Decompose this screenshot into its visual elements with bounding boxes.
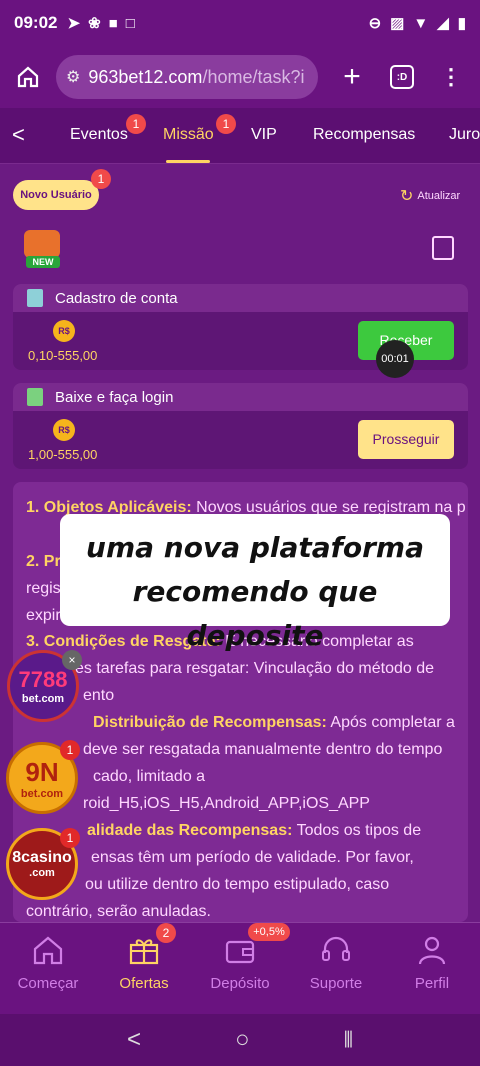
tab-juro[interactable]: Juro (449, 126, 480, 144)
rule-5-line: contrário, serão anuladas. (26, 903, 211, 920)
atualizar-label: Atualizar (417, 190, 461, 202)
video-camera-icon: ■ (108, 14, 118, 32)
novo-usuario-badge: 1 (91, 169, 111, 189)
task-card: Baixe e faça login R$ 1,00-555,00 Prosse… (13, 383, 468, 469)
task-title: Cadastro de conta (55, 289, 178, 307)
home-icon (0, 933, 96, 967)
new-gift-icon: NEW (18, 226, 66, 270)
more-menu-icon[interactable]: ⋮ (440, 64, 462, 90)
rule-5-line: ensas têm um período de validade. Por fa… (91, 849, 414, 866)
atualizar-button[interactable]: ↻ Atualizar (400, 186, 460, 206)
system-back-icon[interactable]: < (127, 1026, 141, 1054)
wifi-icon: ▼ (413, 14, 429, 32)
new-tab-icon[interactable]: + (336, 60, 368, 94)
active-tab-indicator (166, 160, 210, 163)
caption-line-2: recomendo que deposite (132, 575, 378, 652)
nav-label: Depósito (210, 975, 270, 992)
rule-4-line: roid_H5,iOS_H5,Android_APP,iOS_APP (83, 795, 370, 812)
figma-icon: ❀ (88, 15, 101, 32)
rule-5-line: ou utilize dentro do tempo estipulado, c… (85, 876, 390, 893)
status-bar: 09:02 ➤ ❀ ■ □ ⊖ ▨ ▼ ◢ ▮ (0, 0, 480, 46)
record-icon[interactable] (432, 236, 454, 260)
telegram-icon: ➤ (67, 15, 81, 32)
nav-ofertas[interactable]: Ofertas (96, 933, 192, 992)
nav-label: Ofertas (119, 975, 169, 992)
download-icon (27, 388, 43, 406)
caption-line-1: uma nova plataforma (86, 531, 424, 564)
url-field[interactable]: ⚙ 963bet12.com/home/task?i (56, 55, 318, 99)
nav-label: Começar (17, 975, 79, 992)
cast-icon: ▨ (390, 15, 405, 32)
rule-4-line: cado, limitado a (93, 768, 206, 785)
site-settings-icon[interactable]: ⚙ (66, 67, 80, 87)
category-tabs: < Eventos 1 Missão 1 VIP Recompensas Jur… (0, 108, 480, 164)
status-time: 09:02 (14, 13, 58, 32)
task-reward-range: 1,00-555,00 (28, 447, 98, 462)
rule-3-line: es tarefas para resgatar: Vinculação do … (75, 660, 435, 677)
url-path: /home/task?i (202, 66, 305, 87)
user-icon (384, 933, 480, 967)
nav-suporte[interactable]: Suporte (288, 933, 384, 992)
nav-label: Perfil (414, 975, 450, 992)
tab-vip[interactable]: VIP (251, 126, 277, 144)
battery-icon: ▮ (457, 15, 466, 32)
clipboard-icon (27, 289, 43, 307)
nav-comecar[interactable]: Começar (0, 933, 96, 992)
tab-eventos-badge: 1 (126, 114, 146, 134)
coin-icon: R$ (53, 320, 75, 342)
ofertas-badge: 2 (156, 923, 176, 943)
headset-icon (288, 933, 384, 967)
system-home-icon[interactable]: ○ (235, 1026, 250, 1054)
tab-eventos[interactable]: Eventos (70, 126, 128, 144)
signal-icon: ◢ (437, 15, 449, 32)
floating-ad-badge: 1 (60, 828, 80, 848)
floating-ad-badge: 1 (60, 740, 80, 760)
nav-perfil[interactable]: Perfil (384, 933, 480, 992)
rule-4-line: deve ser resgatada manualmente dentro do… (83, 741, 443, 758)
tab-recompensas[interactable]: Recompensas (313, 126, 415, 144)
novo-usuario-pill[interactable]: Novo Usuário (13, 180, 99, 210)
tab-missao[interactable]: Missão (163, 126, 214, 144)
back-chevron-icon[interactable]: < (12, 122, 25, 148)
square-icon: □ (125, 14, 135, 32)
rule-3-line: ento (83, 687, 115, 704)
tab-missao-badge: 1 (216, 114, 236, 134)
system-recents-icon[interactable]: ⫴ (344, 1027, 353, 1053)
deposito-badge: +0,5% (248, 923, 290, 941)
close-icon[interactable]: × (62, 650, 82, 670)
url-host: 963bet12.com (88, 66, 203, 87)
caption-overlay: uma nova plataforma recomendo que deposi… (60, 514, 450, 652)
bottom-nav: Começar Ofertas Depósito Suporte Perfil (0, 922, 480, 1014)
nav-label: Suporte (309, 975, 363, 992)
recording-timer: 00:01 (376, 340, 414, 378)
task-title: Baixe e faça login (55, 388, 174, 406)
system-nav-bar: < ○ ⫴ (0, 1014, 480, 1066)
coin-icon: R$ (53, 419, 75, 441)
refresh-icon: ↻ (400, 188, 414, 205)
tab-switcher-button[interactable]: :D (390, 65, 414, 89)
prosseguir-button[interactable]: Prosseguir (358, 420, 454, 459)
home-icon[interactable] (10, 59, 46, 95)
task-reward-range: 0,10-555,00 (28, 348, 98, 363)
do-not-disturb-icon: ⊖ (368, 15, 382, 32)
gift-icon (96, 933, 192, 967)
new-label: NEW (26, 256, 60, 268)
nav-deposito[interactable]: Depósito (192, 933, 288, 992)
browser-toolbar: ⚙ 963bet12.com/home/task?i + :D ⋮ (0, 46, 480, 108)
rule-4: Distribuição de Recompensas: Após comple… (93, 714, 455, 731)
rule-5: alidade das Recompensas: Todos os tipos … (87, 822, 422, 839)
